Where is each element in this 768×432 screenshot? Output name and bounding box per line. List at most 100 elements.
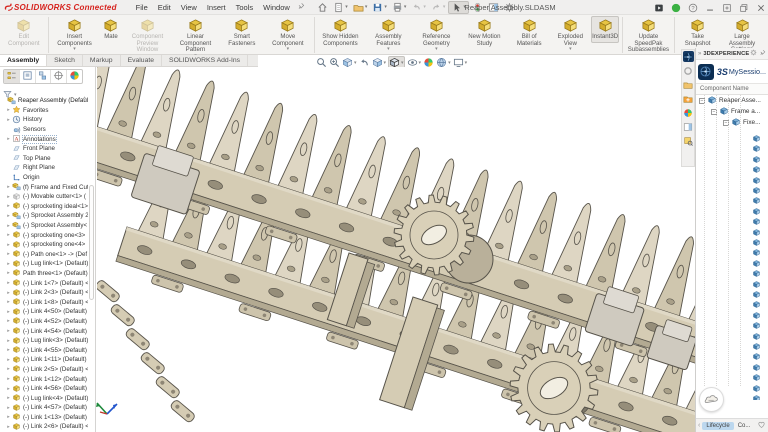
expand-arrow-icon[interactable]: ▸ [5,107,12,113]
feature-tree-scrollbar[interactable] [89,185,94,300]
component-tree-row[interactable] [696,255,768,267]
tab-lifecycle[interactable]: Lifecycle [702,421,734,430]
component-tree-row[interactable] [696,328,768,340]
component-tree-row[interactable] [696,359,768,371]
component-tree-row[interactable] [696,151,768,163]
expand-arrow-icon[interactable]: ▸ [5,424,12,430]
component-tree-row[interactable] [696,307,768,319]
expand-arrow-icon[interactable]: ▸ [5,328,12,334]
expand-arrow-icon[interactable]: ▸ [5,280,12,286]
ribbon-move-component-button[interactable]: Move Component ▾ [265,16,311,53]
ribbon-new-motion-study-button[interactable]: New Motion Study [461,16,508,49]
feature-tree-item[interactable]: ▸ (-) Link 2<6> (Default) < [0,422,88,432]
component-tree-row[interactable] [696,140,768,153]
expand-arrow-icon[interactable]: ▸ [5,414,12,420]
expand-arrow-icon[interactable]: ▸ [5,232,12,238]
ribbon-exploded-view-button[interactable]: Exploded View ▾ [551,16,591,53]
menu-file[interactable]: File [131,3,153,12]
ribbon-instant3d-button[interactable]: Instant3D [591,16,620,43]
component-tree-row[interactable] [696,182,768,194]
expand-arrow-icon[interactable]: ▸ [5,223,12,229]
presentation-icon[interactable] [654,3,664,13]
tab-assembly[interactable]: Assembly [0,55,48,66]
save-icon[interactable]: ▾ [370,1,390,14]
minimize-icon[interactable] [705,3,715,13]
ribbon-reference-geometry-button[interactable]: Reference Geometry ▾ [413,16,460,53]
ribbon-insert-components-button[interactable]: Insert Components ▾ [51,16,98,53]
menu-tools[interactable]: Tools [231,3,259,12]
tab-evaluate[interactable]: Evaluate [121,55,163,66]
ring-icon[interactable] [683,65,694,76]
component-tree-row[interactable] [696,192,768,205]
expand-arrow-icon[interactable]: ▸ [5,318,12,324]
component-tree-row[interactable]: − Fixe... [696,117,768,128]
tab-co-[interactable]: Co... [734,422,755,430]
component-tree-row[interactable] [696,203,768,215]
new-document-icon[interactable]: ▾ [331,1,351,14]
ribbon-mate-button[interactable]: Mate [99,16,123,43]
component-tree-row[interactable] [696,224,768,236]
component-tree-row[interactable] [696,213,768,226]
tab-sketch[interactable]: Sketch [47,55,83,66]
component-tree-row[interactable] [696,369,768,382]
component-tree-row[interactable] [696,130,768,142]
pin-icon[interactable] [759,49,766,58]
expand-arrow-icon[interactable]: ▸ [5,270,12,276]
configuration-manager-tab[interactable] [36,70,52,83]
restore-icon[interactable] [739,3,749,13]
ribbon-update-speedpak-subassemblies-button[interactable]: Update SpeedPak Subassemblies [625,16,672,56]
expand-arrow-icon[interactable]: ▸ [5,299,12,305]
expand-arrow-icon[interactable]: ▸ [5,194,12,200]
expand-arrow-icon[interactable]: ▸ [5,357,12,363]
menu-view[interactable]: View [176,3,202,12]
print-icon[interactable]: ▾ [389,1,409,14]
close-icon[interactable] [756,3,766,13]
expand-arrow-icon[interactable]: ▸ [5,347,12,353]
ribbon-smart-fasteners-button[interactable]: Smart Fasteners [220,16,264,49]
heart-icon[interactable] [757,420,766,431]
pane-icon[interactable] [683,121,694,132]
design-library-icon[interactable] [683,93,694,104]
expand-arrow-icon[interactable]: ▸ [5,261,12,267]
expand-arrow-icon[interactable]: ▸ [5,386,12,392]
display-manager-tab[interactable] [67,70,82,83]
component-tree-row[interactable] [696,161,768,174]
expand-arrow-icon[interactable]: ▸ [5,366,12,372]
component-tree-row[interactable] [696,338,768,350]
expand-arrow-icon[interactable]: ▸ [5,405,12,411]
help-icon[interactable]: ? [688,3,698,13]
expand-arrow-icon[interactable]: ▸ [5,395,12,401]
feature-manager-tab[interactable] [4,70,20,83]
component-tree-row[interactable] [696,265,768,278]
component-tree-row[interactable]: − Reaper Asse... [696,95,768,106]
ribbon-take-snapshot-button[interactable]: Take Snapshot [678,16,718,49]
my-session-row[interactable]: 3S MySessio... [696,60,768,84]
folder-icon[interactable] [683,79,694,90]
ribbon-show-hidden-components-button[interactable]: Show Hidden Components [317,16,364,49]
tab-markup[interactable]: Markup [83,55,121,66]
menu-edit[interactable]: Edit [153,3,176,12]
menu-window[interactable]: Window [258,3,295,12]
component-tree-row[interactable] [696,172,768,184]
component-tree-row[interactable] [696,296,768,309]
fullscreen-icon[interactable] [722,3,732,13]
appearances-icon[interactable] [683,107,694,118]
collapse-chevrons[interactable]: » [698,51,701,57]
expand-arrow-icon[interactable]: ▸ [5,376,12,382]
menu-insert[interactable]: Insert [202,3,231,12]
custom-properties-icon[interactable] [683,135,694,146]
ribbon-component-preview-window-button[interactable]: Component Preview Window [124,16,171,56]
expand-arrow-icon[interactable]: ▸ [5,184,12,190]
expand-arrow-icon[interactable]: ▸ [5,242,12,248]
expand-arrow-icon[interactable]: ▸ [5,251,12,257]
component-tree-row[interactable] [696,348,768,361]
ribbon-assembly-features-button[interactable]: Assembly Features ▾ [365,16,412,53]
ribbon-linear-component-pattern-button[interactable]: Linear Component Pattern▾ [172,16,219,60]
component-tree-row[interactable] [696,286,768,298]
ribbon-bill-of-materials-button[interactable]: Bill of Materials [509,16,550,49]
graphics-viewport[interactable] [97,67,695,432]
gear-icon[interactable] [750,49,757,58]
pin-icon[interactable] [297,2,305,12]
dimxpert-manager-tab[interactable] [51,70,68,83]
expand-arrow-icon[interactable]: ▸ [5,338,12,344]
